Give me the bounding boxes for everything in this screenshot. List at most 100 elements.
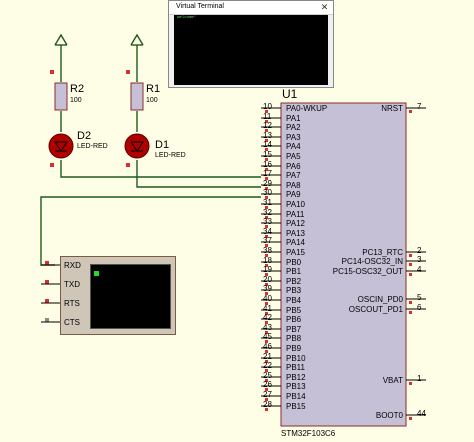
- terminal-component-screen: [90, 264, 171, 329]
- wire-pa9-rxd: [40, 196, 261, 266]
- mcu-pin-name-pa8: PA8: [286, 181, 301, 190]
- mcu-part-number: STM32F103C6: [281, 429, 336, 438]
- mcu-pin-number: 14: [263, 140, 272, 149]
- mcu-pin-name-pb12: PB12: [286, 373, 306, 382]
- virtual-terminal-screen[interactable]: welcome!: [174, 15, 328, 85]
- mcu-pin-name-pb11: PB11: [286, 363, 305, 372]
- mcu-pin-number: 1: [417, 374, 422, 383]
- mcu-right-pin-lines: [406, 107, 426, 420]
- mcu-pin-name-pa11: PA11: [286, 210, 305, 219]
- mcu-pin-number: 3: [417, 255, 422, 264]
- mcu-pin-name-vbat: VBAT: [382, 376, 403, 385]
- mcu-pin-number: 42: [263, 313, 272, 322]
- mcu-pin-number: 17: [263, 169, 272, 178]
- mcu-pin-name-pa13: PA13: [286, 229, 305, 238]
- mcu-pin-name-pb3: PB3: [286, 286, 302, 295]
- mcu-pin-number: 25: [263, 371, 272, 380]
- close-icon[interactable]: ✕: [319, 1, 330, 13]
- mcu-pin-number: 16: [263, 160, 272, 169]
- terminal-pin-rts: RTS: [64, 299, 80, 308]
- mcu-pin-marker: [409, 110, 412, 113]
- resistor-r2-ref: R2: [70, 83, 85, 95]
- mcu-pin-number: 6: [417, 303, 422, 312]
- mcu-pin-number: 33: [263, 217, 272, 226]
- mcu-pin-number: 39: [263, 284, 272, 293]
- mcu-ref: U1: [282, 87, 298, 101]
- virtual-terminal-title: Virtual Terminal: [176, 3, 224, 10]
- mcu-pin-name-pb6: PB6: [286, 315, 302, 324]
- mcu-pin-number: 43: [263, 323, 272, 332]
- mcu-pin-number: 45: [263, 332, 272, 341]
- mcu-pin-name-pa3: PA3: [286, 133, 301, 142]
- mcu-pin-marker: [409, 382, 412, 385]
- mcu-pin-name-pb9: PB9: [286, 344, 302, 353]
- mcu-pin-name-pa2: PA2: [286, 123, 301, 132]
- mcu-pin-number: 21: [263, 352, 272, 361]
- mcu-pin-name-pa1: PA1: [286, 114, 301, 123]
- mcu-pin-number: 2: [417, 246, 422, 255]
- mcu-pin-number: 44: [417, 409, 426, 418]
- mcu-pin-name-pb0: PB0: [286, 258, 302, 267]
- mcu-pin-number: 31: [263, 198, 272, 207]
- mcu-pin-name-pc14-osc32_in: PC14-OSC32_IN: [341, 257, 403, 266]
- mcu-pin-marker: [409, 273, 412, 276]
- mcu-pin-number: 11: [263, 112, 272, 121]
- mcu-pin-name-pb10: PB10: [286, 354, 306, 363]
- mcu-pin-marker: [409, 254, 412, 257]
- mcu-pin-number: 27: [263, 390, 272, 399]
- mcu-pin-name-pa6: PA6: [286, 162, 301, 171]
- mcu-pin-number: 30: [263, 188, 272, 197]
- mcu-pin-name-oscin_pd0: OSCIN_PD0: [357, 295, 403, 304]
- led-d2[interactable]: [48, 133, 74, 159]
- mcu-pin-name-pb15: PB15: [286, 402, 306, 411]
- mcu-pin-name-pb2: PB2: [286, 277, 302, 286]
- mcu-pin-number: 38: [263, 246, 272, 255]
- mcu-pin-name-pb13: PB13: [286, 382, 306, 391]
- mcu-pin-marker: [409, 417, 412, 420]
- mcu-pin-name-boot0: BOOT0: [375, 411, 403, 420]
- mcu-pin-number: 32: [263, 208, 272, 217]
- resistor-r1[interactable]: [130, 82, 144, 111]
- power-terminal-right: [130, 33, 144, 46]
- mcu-pin-number: 7: [417, 102, 422, 111]
- mcu-pin-number: 19: [263, 265, 272, 274]
- mcu-pin-name-pa12: PA12: [286, 219, 305, 228]
- mcu-pin-name-pa9: PA9: [286, 190, 301, 199]
- mcu-pin-number: 29: [263, 179, 272, 188]
- mcu-pin-number: 40: [263, 294, 272, 303]
- wire-d1-pa8: [136, 160, 261, 188]
- virtual-terminal-window[interactable]: Virtual Terminal ✕ welcome!: [168, 0, 334, 88]
- resistor-r2-value: 100: [70, 97, 82, 104]
- terminal-pin-txd: TXD: [64, 280, 80, 289]
- mcu-pin-name-pb8: PB8: [286, 334, 302, 343]
- mcu-pin-name-pa15: PA15: [286, 248, 305, 257]
- mcu-pin-name-pc15-osc32_out: PC15-OSC32_OUT: [332, 267, 403, 276]
- mcu-pin-number: 41: [263, 304, 272, 313]
- mcu-pin-number: 26: [263, 380, 272, 389]
- resistor-r1-value: 100: [146, 97, 158, 104]
- mcu-pin-name-pb14: PB14: [286, 392, 306, 401]
- mcu-pin-name-pa10: PA10: [286, 200, 305, 209]
- mcu-pin-number: 5: [417, 293, 422, 302]
- mcu-pin-number: 10: [263, 102, 272, 111]
- led-d1[interactable]: [124, 133, 150, 159]
- mcu-pin-number: 20: [263, 275, 272, 284]
- mcu-pin-name-pa7: PA7: [286, 171, 301, 180]
- led-d2-ref: D2: [77, 130, 92, 142]
- mcu-pin-name-pb1: PB1: [286, 267, 302, 276]
- terminal-pin-cts: CTS: [64, 318, 80, 327]
- mcu-pin-number: 18: [263, 256, 272, 265]
- mcu-pin-name-pa14: PA14: [286, 238, 305, 247]
- virtual-terminal-output: welcome!: [177, 16, 197, 20]
- mcu-pin-marker: [409, 301, 412, 304]
- resistor-r2[interactable]: [54, 82, 68, 111]
- led-d1-value: LED-RED: [155, 152, 186, 159]
- wire-d2-pa7: [60, 160, 261, 178]
- mcu-pin-number: 22: [263, 361, 272, 370]
- mcu-pin-marker: [409, 263, 412, 266]
- mcu-pin-name-nrst: NRST: [381, 104, 403, 113]
- terminal-status-led: [94, 271, 99, 276]
- mcu-pin-name-pa5: PA5: [286, 152, 301, 161]
- virtual-terminal-titlebar[interactable]: Virtual Terminal ✕: [169, 1, 333, 15]
- power-terminal-left: [54, 33, 68, 46]
